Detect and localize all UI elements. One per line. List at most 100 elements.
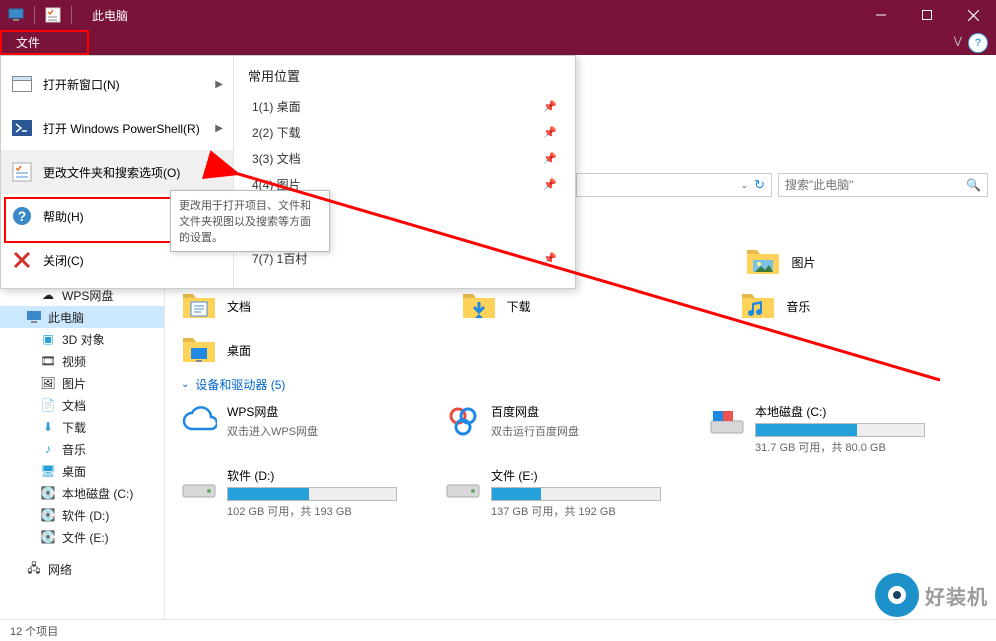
pin-icon[interactable]: 📌 <box>543 152 557 165</box>
folder-icon <box>461 288 497 324</box>
window-title: 此电脑 <box>92 7 128 24</box>
recent-panel: 常用位置 1(1) 桌面📌 2(2) 下载📌 3(3) 文档📌 4(4) 图片📌… <box>233 56 575 288</box>
chevron-down-icon: ⌄ <box>181 379 189 390</box>
desktop-icon: 🖥 <box>40 463 56 479</box>
cloud-icon: ☁ <box>40 287 56 303</box>
tooltip: 更改用于打开项目、文件和文件夹视图以及搜索等方面的设置。 <box>170 190 330 252</box>
close-button[interactable] <box>950 0 996 30</box>
menu-open-new-window[interactable]: 打开新窗口(N) ▶ <box>1 62 233 106</box>
drive-e[interactable]: 文件 (E:)137 GB 可用，共 192 GB <box>445 467 685 519</box>
pin-icon[interactable]: 📌 <box>543 178 557 191</box>
help-icon[interactable]: ? <box>968 33 988 53</box>
pin-icon[interactable]: 📌 <box>543 252 557 265</box>
sidebar-item-video[interactable]: 🎞视频 <box>0 350 164 372</box>
menu-label: 打开 Windows PowerShell(R) <box>43 120 200 137</box>
submenu-arrow-icon: ▶ <box>215 79 223 90</box>
download-icon: ⬇ <box>40 419 56 435</box>
minimize-button[interactable] <box>858 0 904 30</box>
sidebar-item-music[interactable]: ♪音乐 <box>0 438 164 460</box>
folder-documents[interactable]: 文档 <box>181 288 421 324</box>
drive-icon <box>709 403 745 439</box>
menu-folder-options[interactable]: 更改文件夹和搜索选项(O) <box>1 150 233 194</box>
close-x-icon <box>11 249 33 271</box>
options-icon <box>11 161 33 183</box>
image-icon: 🖼 <box>40 375 56 391</box>
search-input[interactable] <box>785 178 966 192</box>
watermark-logo-icon <box>875 573 919 617</box>
usage-bar <box>755 423 925 437</box>
drive-c[interactable]: 本地磁盘 (C:)31.7 GB 可用，共 80.0 GB <box>709 403 949 455</box>
sidebar-item-network[interactable]: 🖧网络 <box>0 558 164 580</box>
chevron-down-icon[interactable]: ⌄ <box>741 180 749 191</box>
drive-icon: 💽 <box>40 529 56 545</box>
folder-pictures[interactable]: 图片 <box>745 244 980 280</box>
recent-item[interactable]: 1(1) 桌面📌 <box>248 93 561 119</box>
recent-item[interactable]: 3(3) 文档📌 <box>248 145 561 171</box>
cloud-icon <box>181 403 217 439</box>
folder-icon <box>181 288 217 324</box>
search-box[interactable]: 🔍 <box>778 173 988 197</box>
sidebar-item-cdrive[interactable]: 💽本地磁盘 (C:) <box>0 482 164 504</box>
item-count: 12 个项目 <box>10 623 58 639</box>
cube-icon: ▣ <box>40 331 56 347</box>
folder-icon <box>745 244 781 280</box>
music-icon: ♪ <box>40 441 56 457</box>
titlebar: 此电脑 <box>0 0 996 30</box>
sidebar-item-this-pc[interactable]: 此电脑 <box>0 306 164 328</box>
drive-icon: 💽 <box>40 507 56 523</box>
sidebar-item-edrive[interactable]: 💽文件 (E:) <box>0 526 164 548</box>
sidebar-item-pictures[interactable]: 🖼图片 <box>0 372 164 394</box>
video-icon: 🎞 <box>40 353 56 369</box>
submenu-arrow-icon: ▶ <box>215 123 223 134</box>
doc-icon: 📄 <box>40 397 56 413</box>
ribbon-bar: 文件 ⋁ ? <box>0 30 996 55</box>
folder-music[interactable]: 音乐 <box>740 288 980 324</box>
sidebar-item-downloads[interactable]: ⬇下载 <box>0 416 164 438</box>
usage-bar <box>491 487 661 501</box>
help-circle-icon: ? <box>11 205 33 227</box>
sidebar-item-3d[interactable]: ▣3D 对象 <box>0 328 164 350</box>
devices-section-header[interactable]: ⌄ 设备和驱动器 (5) <box>181 376 980 393</box>
drive-d[interactable]: 软件 (D:)102 GB 可用，共 193 GB <box>181 467 421 519</box>
collapse-ribbon-icon[interactable]: ⋁ <box>954 36 962 47</box>
window-icon <box>11 73 33 95</box>
menu-powershell[interactable]: 打开 Windows PowerShell(R) ▶ <box>1 106 233 150</box>
drive-icon <box>181 467 217 503</box>
checklist-icon[interactable] <box>45 7 61 23</box>
sidebar: ☁WPS网盘 此电脑 ▣3D 对象 🎞视频 🖼图片 📄文档 ⬇下载 ♪音乐 🖥桌… <box>0 280 165 619</box>
drive-wps[interactable]: WPS网盘双击进入WPS网盘 <box>181 403 421 455</box>
sidebar-item-documents[interactable]: 📄文档 <box>0 394 164 416</box>
sidebar-item-ddrive[interactable]: 💽软件 (D:) <box>0 504 164 526</box>
powershell-icon <box>11 117 33 139</box>
menu-label: 帮助(H) <box>43 208 84 225</box>
maximize-button[interactable] <box>904 0 950 30</box>
refresh-icon[interactable]: ↻ <box>754 177 765 193</box>
folder-downloads[interactable]: 下载 <box>461 288 701 324</box>
menu-label: 关闭(C) <box>43 252 84 269</box>
folder-icon <box>740 288 776 324</box>
pin-icon[interactable]: 📌 <box>543 126 557 139</box>
window-controls <box>858 0 996 30</box>
file-menu: 打开新窗口(N) ▶ 打开 Windows PowerShell(R) ▶ 更改… <box>0 55 576 289</box>
drive-baidu[interactable]: 百度网盘双击运行百度网盘 <box>445 403 685 455</box>
usage-bar <box>227 487 397 501</box>
menu-label: 打开新窗口(N) <box>43 76 120 93</box>
baidu-icon <box>445 403 481 439</box>
folder-icon <box>181 332 217 368</box>
pc-icon <box>26 309 42 325</box>
svg-text:?: ? <box>18 208 27 224</box>
sidebar-item-desktop[interactable]: 🖥桌面 <box>0 460 164 482</box>
address-bar[interactable]: ⌄ ↻ <box>576 173 772 197</box>
statusbar: 12 个项目 <box>0 619 996 641</box>
recent-title: 常用位置 <box>248 66 561 85</box>
watermark: 好装机 <box>875 573 988 617</box>
file-tab[interactable]: 文件 <box>2 31 54 55</box>
pin-icon[interactable]: 📌 <box>543 100 557 113</box>
recent-item[interactable]: 2(2) 下载📌 <box>248 119 561 145</box>
folder-desktop[interactable]: 桌面 <box>181 332 421 368</box>
search-icon[interactable]: 🔍 <box>966 178 981 192</box>
drive-icon: 💽 <box>40 485 56 501</box>
network-icon: 🖧 <box>26 561 42 577</box>
address-bar-area: ⌄ ↻ 🔍 <box>576 171 988 199</box>
menu-label: 更改文件夹和搜索选项(O) <box>43 164 180 181</box>
